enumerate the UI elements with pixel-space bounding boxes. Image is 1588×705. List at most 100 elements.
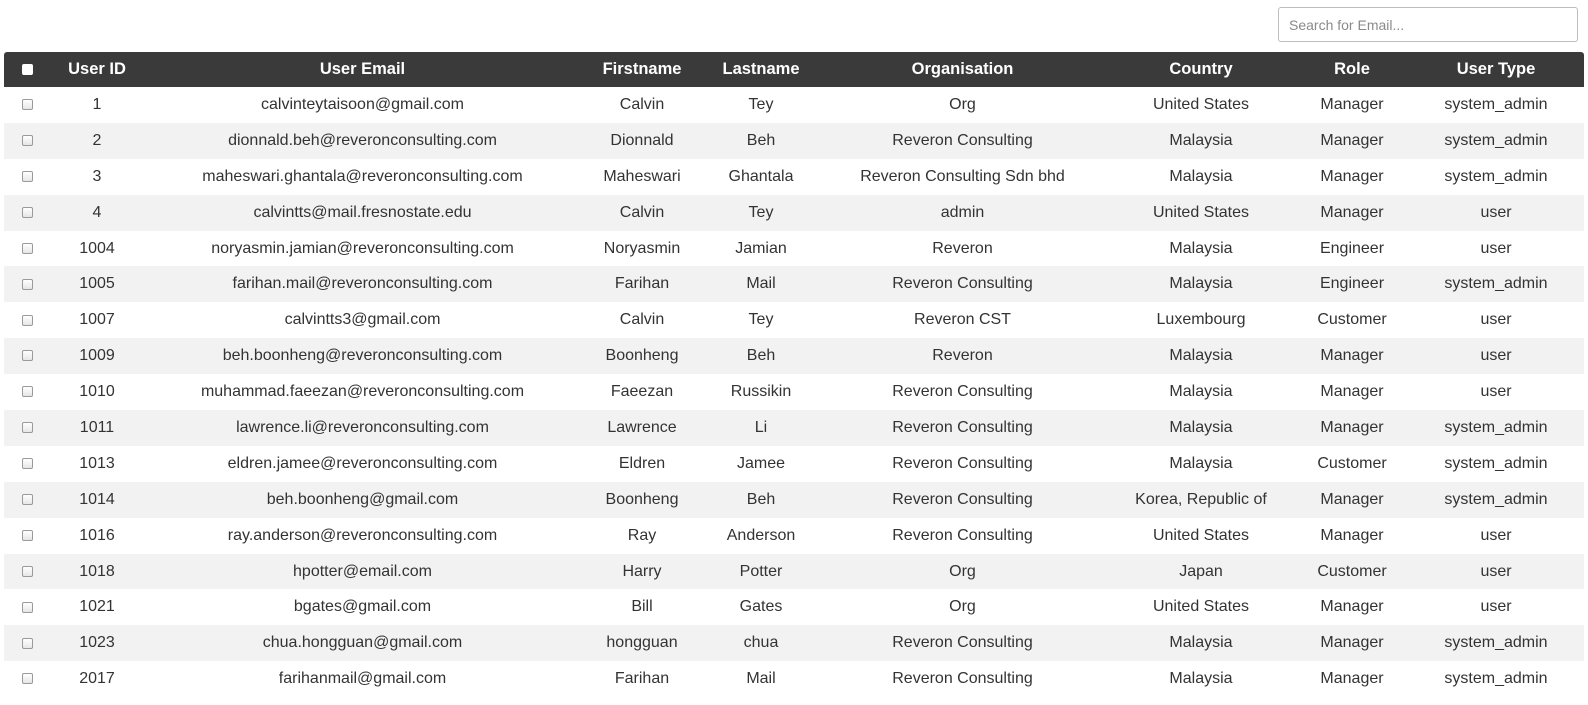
cell-user-id: 1005 (79, 275, 115, 293)
table-row[interactable]: 1013 eldren.jamee@reveronconsulting.com El… (4, 445, 1584, 482)
row-select-cell (4, 374, 50, 410)
row-checkbox[interactable] (21, 135, 33, 147)
cell-user-id: 1016 (79, 526, 115, 544)
cell-role: Manager (1320, 490, 1384, 508)
email-search-input[interactable] (1278, 7, 1578, 42)
cell-user-type: user (1480, 311, 1512, 329)
row-checkbox[interactable] (21, 673, 33, 685)
table-row[interactable]: 1010 muhammad.faeezan@reveronconsulting.c… (4, 374, 1584, 411)
row-checkbox[interactable] (21, 422, 33, 434)
cell-organisation: Org (949, 562, 976, 580)
cell-role: Manager (1320, 418, 1384, 436)
row-checkbox[interactable] (21, 278, 33, 290)
cell-user-type: system_admin (1444, 490, 1548, 508)
cell-country: Malaysia (1169, 131, 1233, 149)
row-checkbox[interactable] (21, 350, 33, 362)
cell-user-type: system_admin (1444, 95, 1548, 113)
column-header-organisation[interactable]: Organisation (819, 52, 1106, 87)
cell-role: Manager (1320, 383, 1384, 401)
table-row[interactable]: 1007 calvintts3@gmail.com Calvin Tey Reveron… (4, 302, 1584, 339)
cell-user-id: 2017 (79, 670, 115, 688)
column-header-user-id[interactable]: User ID (50, 52, 144, 87)
cell-lastname: Tey (748, 95, 774, 113)
cell-lastname: Li (754, 418, 768, 436)
cell-organisation: Reveron (932, 347, 993, 365)
row-select-cell (4, 589, 50, 625)
cell-user-id: 2 (92, 131, 102, 149)
cell-country: Malaysia (1169, 670, 1233, 688)
row-select-cell (4, 302, 50, 338)
row-checkbox[interactable] (21, 206, 33, 218)
cell-organisation: Reveron Consulting (892, 526, 1033, 544)
cell-country: United States (1152, 526, 1250, 544)
cell-organisation: Reveron (932, 239, 993, 257)
row-select-cell (4, 518, 50, 554)
cell-user-type: system_admin (1444, 418, 1548, 436)
cell-user-id: 1004 (79, 239, 115, 257)
cell-country: Malaysia (1169, 347, 1233, 365)
cell-organisation: Reveron CST (914, 311, 1011, 329)
cell-firstname: hongguan (606, 634, 678, 652)
cell-country: Japan (1179, 562, 1223, 580)
column-header-country[interactable]: Country (1106, 52, 1296, 87)
cell-organisation: Org (949, 598, 976, 616)
row-checkbox[interactable] (21, 565, 33, 577)
cell-role: Manager (1320, 95, 1384, 113)
cell-country: Luxembourg (1156, 311, 1246, 329)
cell-role: Engineer (1319, 275, 1385, 293)
column-header-user-email[interactable]: User Email (144, 52, 581, 87)
table-row[interactable]: 1 calvinteytaisoon@gmail.com Calvin Tey Org U… (4, 87, 1584, 123)
column-header-firstname[interactable]: Firstname (581, 52, 703, 87)
table-row[interactable]: 1011 lawrence.li@reveronconsulting.com Law… (4, 410, 1584, 446)
row-select-cell (4, 338, 50, 374)
column-header-lastname[interactable]: Lastname (703, 52, 819, 87)
table-row[interactable]: 1016 ray.anderson@reveronconsulting.com Ra… (4, 517, 1584, 554)
table-row[interactable]: 2017 farihanmail@gmail.com Farihan Mail Reve… (4, 661, 1584, 698)
row-checkbox[interactable] (21, 386, 33, 398)
row-checkbox[interactable] (21, 494, 33, 505)
row-checkbox[interactable] (21, 458, 33, 470)
cell-user-email: hpotter@email.com (293, 562, 432, 580)
table-row[interactable]: 2 dionnald.beh@reveronconsulting.com Dionn… (4, 122, 1584, 159)
table-row[interactable]: 1009 beh.boonheng@reveronconsulting.com Bo… (4, 338, 1584, 375)
column-header-role[interactable]: Role (1296, 52, 1408, 87)
cell-user-email: muhammad.faeezan@reveronconsulting.com (200, 383, 525, 401)
row-select-cell (4, 661, 50, 697)
users-table-container: User ID User Email Firstname Lastname Or… (4, 52, 1584, 698)
row-checkbox[interactable] (21, 637, 33, 649)
cell-organisation: Reveron Consulting (892, 490, 1033, 508)
row-select-cell (4, 123, 50, 159)
table-row[interactable]: 1023 chua.hongguan@gmail.com hongguan chua R… (4, 625, 1584, 662)
cell-user-id: 1018 (79, 562, 115, 580)
cell-role: Engineer (1319, 239, 1385, 257)
row-checkbox[interactable] (21, 529, 33, 541)
table-row[interactable]: 1004 noryasmin.jamian@reveronconsulting.c… (4, 230, 1584, 267)
cell-firstname: Ray (627, 526, 657, 544)
column-header-user-type[interactable]: User Type (1408, 52, 1584, 87)
table-row[interactable]: 3 maheswari.ghantala@reveronconsulting.co… (4, 158, 1584, 195)
row-checkbox[interactable] (21, 99, 33, 111)
table-row[interactable]: 1014 beh.boonheng@gmail.com Boonheng Beh Rev… (4, 481, 1584, 518)
cell-user-id: 1014 (79, 490, 115, 508)
cell-user-type: system_admin (1444, 275, 1548, 293)
cell-user-type: system_admin (1444, 670, 1548, 688)
row-checkbox[interactable] (21, 314, 33, 326)
cell-role: Manager (1320, 598, 1384, 616)
row-checkbox[interactable] (21, 242, 33, 254)
cell-user-email: eldren.jamee@reveronconsulting.com (227, 454, 498, 472)
row-checkbox[interactable] (21, 170, 33, 182)
row-checkbox[interactable] (21, 601, 33, 613)
cell-user-type: system_admin (1444, 131, 1548, 149)
table-row[interactable]: 1005 farihan.mail@reveronconsulting.com Fa… (4, 266, 1584, 303)
cell-country: Malaysia (1169, 418, 1233, 436)
select-all-checkbox[interactable] (21, 64, 33, 76)
cell-lastname: chua (743, 634, 779, 652)
cell-role: Customer (1317, 562, 1387, 580)
cell-firstname: Noryasmin (603, 239, 681, 257)
row-select-cell (4, 625, 50, 661)
table-row[interactable]: 1021 bgates@gmail.com Bill Gates Org United S… (4, 589, 1584, 626)
cell-user-email: farihanmail@gmail.com (278, 670, 447, 688)
cell-country: Malaysia (1169, 167, 1233, 185)
table-row[interactable]: 1018 hpotter@email.com Harry Potter Org Japan… (4, 553, 1584, 590)
table-row[interactable]: 4 calvintts@mail.fresnostate.edu Calvin Tey… (4, 194, 1584, 231)
